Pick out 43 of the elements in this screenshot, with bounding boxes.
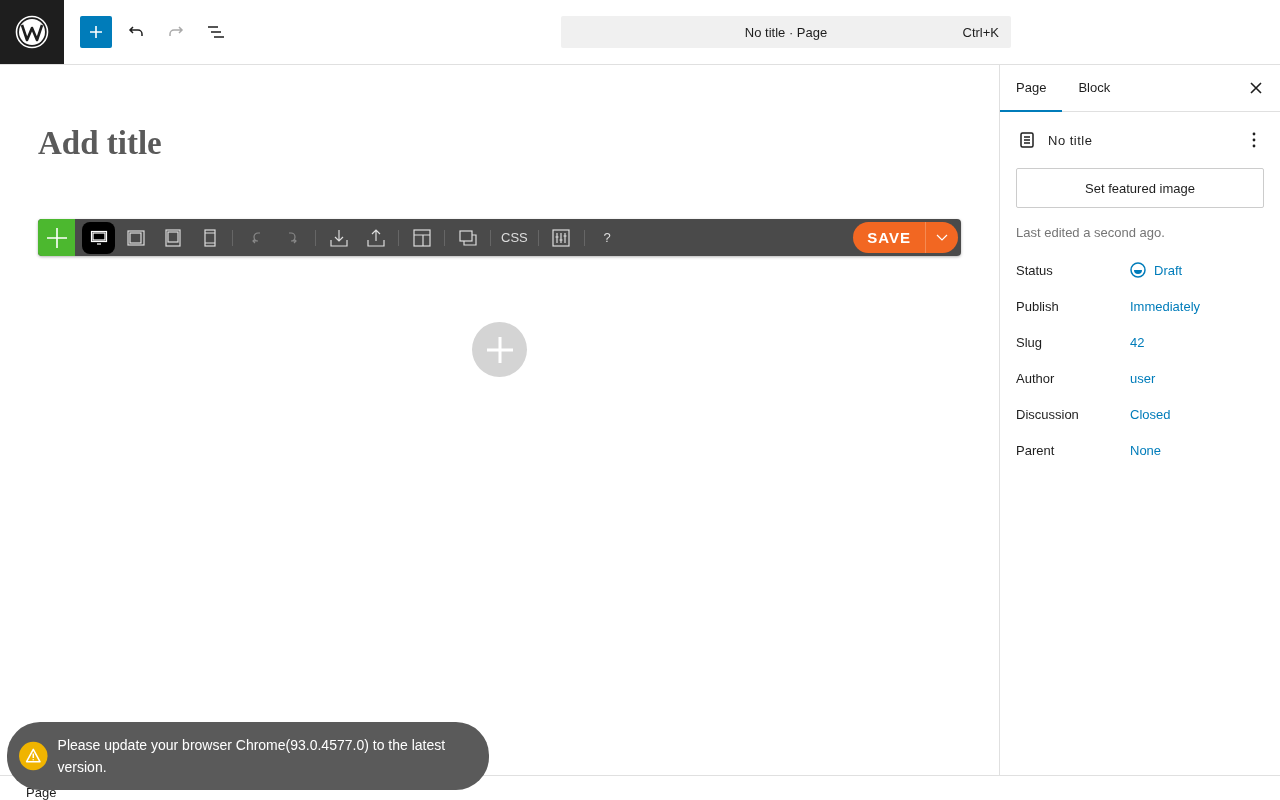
field-value-link[interactable]: 42 xyxy=(1130,334,1145,350)
notice-text: Please update your browser Chrome(93.0.4577.0) to the latest version. xyxy=(57,736,447,777)
field-label: Slug xyxy=(1016,334,1044,350)
field-label: Discussion xyxy=(1016,406,1080,422)
chevron-down-icon xyxy=(936,233,948,242)
add-block-button[interactable] xyxy=(80,16,112,48)
field-label: Publish xyxy=(1016,298,1060,314)
layout-icon xyxy=(412,228,431,247)
plus-icon xyxy=(486,336,513,363)
overlapping-squares-icon xyxy=(458,228,477,247)
field-value-link[interactable]: Closed xyxy=(1130,406,1171,422)
upload-icon xyxy=(366,228,385,247)
page-icon xyxy=(1020,132,1034,148)
vertical-dots-icon xyxy=(1252,132,1256,148)
field-value-link[interactable]: None xyxy=(1130,442,1162,458)
plus-icon xyxy=(46,227,67,248)
tablet-icon xyxy=(163,228,182,247)
plus-icon xyxy=(89,25,103,39)
last-edited-text: Last edited a second ago. xyxy=(1016,225,1166,240)
tablet-landscape-icon xyxy=(126,228,145,247)
sliders-icon xyxy=(552,228,571,247)
command-bar[interactable]: No title · Page Ctrl+K xyxy=(561,16,1011,48)
field-label: Author xyxy=(1016,370,1056,386)
desktop-icon xyxy=(89,228,108,247)
field-value-link[interactable]: Draft xyxy=(1154,262,1183,278)
sidebar-tab[interactable]: Page xyxy=(1000,65,1063,112)
field-label: Parent xyxy=(1016,442,1056,458)
warning-icon xyxy=(19,741,48,771)
title-placeholder[interactable]: Add title xyxy=(38,125,961,165)
draft-status-icon xyxy=(1130,262,1146,278)
close-icon xyxy=(1250,82,1262,94)
field-value-link[interactable]: user xyxy=(1130,370,1156,386)
set-featured-image-button[interactable]: Set featured image xyxy=(1016,168,1264,208)
field-label: Status xyxy=(1016,262,1054,278)
toolbar-text-button[interactable]: CSS xyxy=(497,221,532,254)
field-value-link[interactable]: Immediately xyxy=(1130,298,1201,314)
add-element-button[interactable] xyxy=(38,219,75,256)
sidebar-tab[interactable]: Block xyxy=(1062,65,1127,112)
document-title: No title xyxy=(1048,132,1093,148)
download-icon xyxy=(329,228,348,247)
device-preview-button[interactable] xyxy=(82,221,115,254)
wordpress-logo[interactable] xyxy=(0,0,64,64)
toolbar-text-button[interactable]: ? xyxy=(590,221,624,254)
